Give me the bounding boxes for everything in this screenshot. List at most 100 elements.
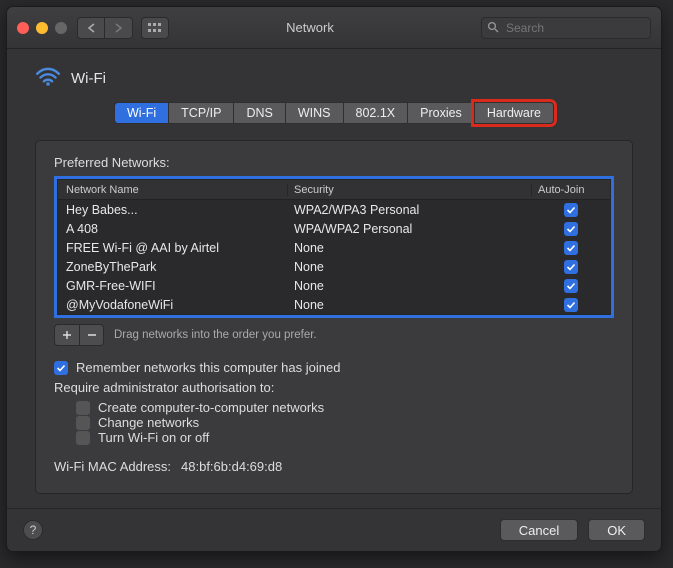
remember-networks-label: Remember networks this computer has join… (76, 360, 340, 375)
cell-network-name: GMR-Free-WIFI (58, 279, 288, 293)
remember-networks-checkbox[interactable] (54, 361, 68, 375)
require-option-label: Turn Wi-Fi on or off (98, 430, 209, 445)
cell-auto-join (532, 279, 610, 293)
minimize-window-icon[interactable] (36, 22, 48, 34)
table-row[interactable]: ZoneByTheParkNone (58, 257, 610, 276)
auto-join-checkbox[interactable] (564, 241, 578, 255)
table-row[interactable]: Hey Babes...WPA2/WPA3 Personal (58, 200, 610, 219)
add-network-button[interactable] (55, 325, 79, 345)
wifi-settings-panel: Preferred Networks: Network Name Securit… (35, 140, 633, 494)
table-row[interactable]: GMR-Free-WIFINone (58, 276, 610, 295)
cell-security: WPA2/WPA3 Personal (288, 203, 532, 217)
preferred-networks-table: Network Name Security Auto-Join Hey Babe… (54, 176, 614, 318)
preferred-networks-label: Preferred Networks: (54, 155, 614, 170)
table-row[interactable]: A 408WPA/WPA2 Personal (58, 219, 610, 238)
chevron-right-icon (114, 23, 123, 33)
tab-wi-fi[interactable]: Wi-Fi (114, 102, 168, 124)
window-title: Network (139, 20, 481, 35)
remove-network-button[interactable] (79, 325, 103, 345)
add-remove-row: Drag networks into the order you prefer. (54, 324, 614, 346)
ok-button[interactable]: OK (588, 519, 645, 541)
search-field-wrap (481, 17, 651, 39)
close-window-icon[interactable] (17, 22, 29, 34)
require-option-checkbox[interactable] (76, 431, 90, 445)
check-icon (566, 281, 576, 291)
tab-802-1x[interactable]: 802.1X (343, 102, 408, 124)
auto-join-checkbox[interactable] (564, 222, 578, 236)
auto-join-checkbox[interactable] (564, 260, 578, 274)
tab-hardware[interactable]: Hardware (474, 102, 554, 124)
check-icon (566, 300, 576, 310)
pane-title: Wi-Fi (71, 70, 106, 87)
back-button[interactable] (77, 17, 105, 39)
plus-icon (62, 330, 72, 340)
tab-dns[interactable]: DNS (233, 102, 284, 124)
require-option-checkbox[interactable] (76, 416, 90, 430)
auto-join-checkbox[interactable] (564, 203, 578, 217)
check-icon (566, 243, 576, 253)
tab-bar: Wi-FiTCP/IPDNSWINS802.1XProxiesHardware (114, 102, 554, 124)
column-network-name[interactable]: Network Name (58, 184, 288, 196)
chevron-left-icon (87, 23, 96, 33)
nav-buttons (77, 17, 133, 39)
minus-icon (87, 330, 97, 340)
remember-networks-row[interactable]: Remember networks this computer has join… (54, 360, 614, 375)
forward-button[interactable] (105, 17, 133, 39)
footer: ? Cancel OK (7, 508, 661, 551)
cell-auto-join (532, 298, 610, 312)
check-icon (566, 262, 576, 272)
cell-security: None (288, 298, 532, 312)
cell-security: None (288, 260, 532, 274)
tab-proxies[interactable]: Proxies (407, 102, 474, 124)
require-admin-label: Require administrator authorisation to: (54, 380, 614, 395)
table-row[interactable]: @MyVodafoneWiFiNone (58, 295, 610, 314)
cell-network-name: ZoneByThePark (58, 260, 288, 274)
cell-auto-join (532, 260, 610, 274)
tab-tcp-ip[interactable]: TCP/IP (168, 102, 233, 124)
require-option-checkbox[interactable] (76, 401, 90, 415)
help-icon: ? (30, 523, 37, 537)
cell-auto-join (532, 203, 610, 217)
check-icon (566, 224, 576, 234)
column-auto-join[interactable]: Auto-Join (532, 184, 610, 196)
auto-join-checkbox[interactable] (564, 298, 578, 312)
window-controls (17, 22, 67, 34)
table-row[interactable]: FREE Wi-Fi @ AAI by AirtelNone (58, 238, 610, 257)
require-option-row[interactable]: Create computer-to-computer networks (54, 400, 614, 415)
pane-header: Wi-Fi (35, 67, 633, 90)
mac-address-value: 48:bf:6b:d4:69:d8 (181, 459, 282, 474)
cell-auto-join (532, 241, 610, 255)
require-option-label: Change networks (98, 415, 199, 430)
cell-network-name: A 408 (58, 222, 288, 236)
titlebar: Network (7, 7, 661, 49)
cell-security: None (288, 241, 532, 255)
column-security[interactable]: Security (288, 184, 532, 196)
require-option-label: Create computer-to-computer networks (98, 400, 324, 415)
cancel-button[interactable]: Cancel (500, 519, 578, 541)
check-icon (566, 205, 576, 215)
cell-auto-join (532, 222, 610, 236)
table-body: Hey Babes...WPA2/WPA3 PersonalA 408WPA/W… (58, 200, 610, 314)
options-group: Remember networks this computer has join… (54, 360, 614, 445)
cell-security: WPA/WPA2 Personal (288, 222, 532, 236)
table-header: Network Name Security Auto-Join (58, 180, 610, 200)
cell-security: None (288, 279, 532, 293)
check-icon (56, 363, 66, 373)
zoom-window-icon[interactable] (55, 22, 67, 34)
cell-network-name: @MyVodafoneWiFi (58, 298, 288, 312)
search-input[interactable] (481, 17, 651, 39)
cell-network-name: FREE Wi-Fi @ AAI by Airtel (58, 241, 288, 255)
wifi-icon (35, 67, 61, 90)
help-button[interactable]: ? (23, 520, 43, 540)
mac-address-label: Wi-Fi MAC Address: (54, 459, 171, 474)
mac-address-row: Wi-Fi MAC Address: 48:bf:6b:d4:69:d8 (54, 459, 614, 474)
auto-join-checkbox[interactable] (564, 279, 578, 293)
search-icon (487, 21, 499, 36)
drag-hint: Drag networks into the order you prefer. (114, 329, 317, 341)
require-option-row[interactable]: Change networks (54, 415, 614, 430)
require-option-row[interactable]: Turn Wi-Fi on or off (54, 430, 614, 445)
tab-wins[interactable]: WINS (285, 102, 343, 124)
content-area: Wi-Fi Wi-FiTCP/IPDNSWINS802.1XProxiesHar… (7, 49, 661, 508)
cell-network-name: Hey Babes... (58, 203, 288, 217)
network-preferences-window: Network Wi-Fi Wi-FiTCP/IPDNSWINS802.1XPr… (6, 6, 662, 552)
